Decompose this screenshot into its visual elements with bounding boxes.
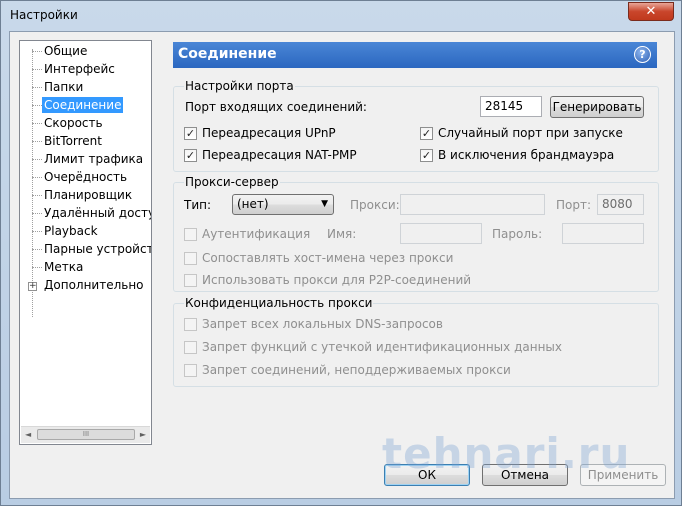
tree-item-bittorrent[interactable]: BitTorrent [44,133,102,149]
natpmp-label: Переадресация NAT-PMP [202,148,357,162]
upnp-checkbox[interactable]: ✓ [184,127,197,140]
settings-tree: Общие Интерфейс Папки Соединение Скорост… [19,40,152,445]
auth-label: Аутентификация [202,227,311,241]
p2p-proxy-label: Использовать прокси для P2P-соединений [202,273,472,287]
tree-item-general[interactable]: Общие [44,43,87,59]
username-label: Имя: [327,227,357,241]
proxy-type-select[interactable]: (нет) ▼ [232,194,334,215]
proxy-host-label: Прокси: [350,198,400,212]
block-unsupported-label: Запрет соединений, неподдерживаемых прок… [202,363,511,377]
block-dns-checkbox[interactable] [184,318,197,331]
block-dns-label: Запрет всех локальных DNS-запросов [202,317,443,331]
tree-item-paired-devices[interactable]: Парные устройства [44,241,151,257]
scroll-thumb[interactable]: III [37,429,135,440]
tree-item-interface[interactable]: Интерфейс [44,61,115,77]
tree-item-connection[interactable]: Соединение [42,97,124,113]
close-icon: ✕ [645,4,657,19]
tree-horizontal-scrollbar[interactable]: ◄ III ► [21,426,150,443]
section-title: Соединение [178,46,277,62]
proxy-type-value: (нет) [237,197,269,211]
username-input[interactable] [400,223,482,244]
proxy-host-input[interactable] [400,194,545,215]
watermark: tehnari.ru [382,429,631,478]
resolve-hostnames-label: Сопоставлять хост-имена через прокси [202,251,454,265]
tree-item-label[interactable]: Метка [44,259,83,275]
close-button[interactable]: ✕ [628,2,674,21]
settings-window: Настройки ✕ Общие Интерфейс Папки Соедин… [0,0,682,506]
window-title: Настройки [10,8,78,22]
p2p-proxy-checkbox[interactable] [184,274,197,287]
incoming-port-input[interactable]: 28145 [480,96,542,117]
title-bar[interactable]: Настройки ✕ [1,1,681,31]
expand-icon[interactable]: + [28,282,37,291]
block-leak-label: Запрет функций с утечкой идентификационн… [202,340,562,354]
random-port-checkbox[interactable]: ✓ [420,127,433,140]
port-settings-title: Настройки порта [184,79,295,93]
proxy-privacy-title: Конфиденциальность прокси [184,296,374,310]
password-label: Пароль: [492,227,543,241]
block-unsupported-checkbox[interactable] [184,364,197,377]
section-header: Соединение ? [173,42,657,68]
natpmp-checkbox[interactable]: ✓ [184,149,197,162]
proxy-port-input[interactable]: 8080 [597,194,644,215]
tree-item-queueing[interactable]: Очерёдность [44,169,127,185]
block-leak-checkbox[interactable] [184,341,197,354]
auth-checkbox[interactable] [184,228,197,241]
scroll-left-icon[interactable]: ◄ [25,430,31,439]
chevron-down-icon: ▼ [321,199,328,209]
help-icon[interactable]: ? [634,46,651,63]
tree-item-traffic-limit[interactable]: Лимит трафика [44,151,143,167]
upnp-label: Переадресация UPnP [202,126,336,140]
tree-item-speed[interactable]: Скорость [44,115,103,131]
scroll-right-icon[interactable]: ► [140,430,146,439]
firewall-label: В исключения брандмауэра [438,148,615,162]
proxy-privacy-group: Конфиденциальность прокси Запрет всех ло… [173,296,659,387]
port-settings-group: Настройки порта Порт входящих соединений… [173,79,659,172]
tree-item-advanced[interactable]: Дополнительно [44,277,144,293]
resolve-hostnames-checkbox[interactable] [184,252,197,265]
tree-item-scheduler[interactable]: Планировщик [44,187,132,203]
incoming-port-label: Порт входящих соединений: [185,100,367,114]
tree-item-folders[interactable]: Папки [44,79,83,95]
generate-button[interactable]: Генерировать [550,96,644,118]
proxy-server-group: Прокси-сервер Тип: (нет) ▼ Прокси: Порт:… [173,175,659,292]
tree-item-playback[interactable]: Playback [44,223,98,239]
firewall-checkbox[interactable]: ✓ [420,149,433,162]
random-port-label: Случайный порт при запуске [438,126,623,140]
proxy-server-title: Прокси-сервер [184,175,280,189]
proxy-type-label: Тип: [184,198,212,212]
proxy-port-label: Порт: [556,198,592,212]
password-input[interactable] [562,223,644,244]
tree-item-remote-access[interactable]: Удалённый доступ [44,205,151,221]
